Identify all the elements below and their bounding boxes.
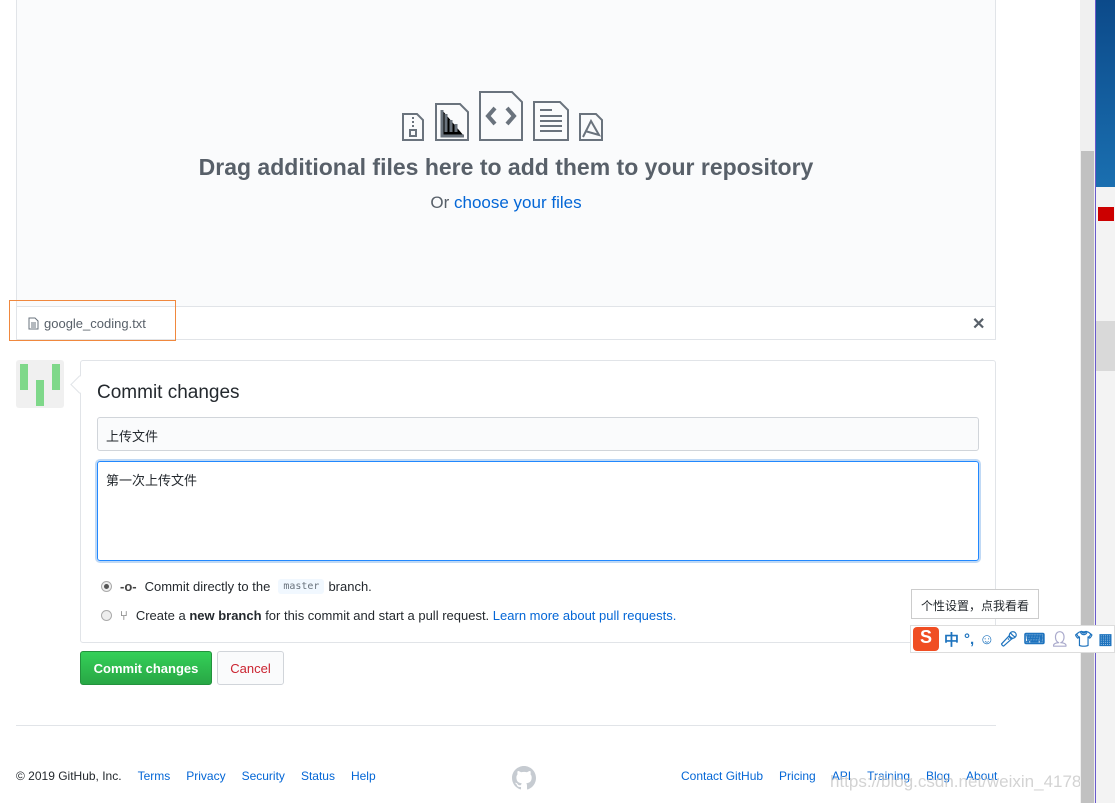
footer-link-privacy[interactable]: Privacy [186, 769, 225, 783]
footer-link-pricing[interactable]: Pricing [779, 769, 816, 783]
commit-description-textarea[interactable]: 第一次上传文件 [97, 461, 979, 561]
footer-left: © 2019 GitHub, Inc. Terms Privacy Securi… [16, 769, 376, 783]
zip-file-icon [402, 113, 424, 141]
footer-link-security[interactable]: Security [242, 769, 285, 783]
footer-link-status[interactable]: Status [301, 769, 335, 783]
remove-file-close-icon[interactable]: ✕ [972, 314, 985, 334]
file-type-icons [400, 90, 604, 142]
learn-more-link[interactable]: Learn more about pull requests. [493, 608, 677, 623]
cancel-button[interactable]: Cancel [217, 651, 284, 685]
commit-direct-option[interactable]: -o- Commit directly to the master branch. [101, 579, 372, 594]
sogou-logo-icon[interactable]: S [913, 627, 939, 651]
commit-summary-input[interactable]: 上传文件 [97, 417, 979, 451]
drop-zone-subtitle: Or choose your files [16, 193, 996, 213]
commit-direct-radio[interactable] [101, 581, 112, 592]
footer-link-help[interactable]: Help [351, 769, 376, 783]
option-text: branch. [328, 579, 372, 594]
footer-divider [16, 725, 996, 726]
skin-shirt-icon[interactable]: 👕︎ [1074, 630, 1093, 648]
emoji-icon[interactable]: ☺ [979, 631, 994, 648]
option-text: Commit directly to the [144, 579, 271, 594]
footer-link-terms[interactable]: Terms [138, 769, 171, 783]
ime-mode-toggle[interactable]: 中 [944, 629, 959, 650]
microphone-icon[interactable]: 🎤︎ [1000, 630, 1019, 648]
keyboard-icon[interactable]: ⌨ [1024, 630, 1046, 648]
branch-name: master [278, 579, 325, 594]
copyright: © 2019 GitHub, Inc. [16, 769, 122, 783]
commit-changes-button[interactable]: Commit changes [80, 651, 212, 685]
background-window-strip [1095, 0, 1115, 803]
footer-link-contact[interactable]: Contact GitHub [681, 769, 763, 783]
ime-toolbar: S 中 °, ☺ 🎤︎ ⌨ 👤︎ 👕︎ ▦ [910, 625, 1115, 653]
punctuation-toggle[interactable]: °, [964, 631, 974, 648]
avatar[interactable] [16, 360, 64, 408]
watermark: https://blog.csdn.net/weixin_41781408 [830, 772, 1115, 791]
highlight-box [9, 300, 176, 341]
user-icon[interactable]: 👤︎ [1050, 630, 1069, 648]
commit-title: Commit changes [97, 382, 240, 403]
drop-zone-title: Drag additional files here to add them t… [198, 154, 814, 180]
commit-icon: -o- [120, 579, 137, 594]
new-branch-radio[interactable] [101, 610, 112, 621]
pdf-file-icon [579, 113, 603, 141]
text-file-icon [533, 101, 569, 141]
ime-tooltip: 个性设置，点我看看 [911, 589, 1039, 619]
chart-file-icon [435, 103, 469, 141]
toolbox-grid-icon[interactable]: ▦ [1098, 630, 1112, 648]
new-branch-option[interactable]: ⑂ Create a new branch for this commit an… [101, 608, 676, 623]
scrollbar-thumb[interactable] [1081, 151, 1094, 803]
choose-files-link[interactable]: choose your files [454, 193, 582, 212]
github-logo-icon[interactable] [512, 766, 536, 790]
option-text: Create a new branch for this commit and … [135, 608, 677, 623]
pull-request-icon: ⑂ [120, 608, 128, 623]
code-file-icon [479, 91, 523, 141]
or-text: Or [430, 193, 450, 212]
